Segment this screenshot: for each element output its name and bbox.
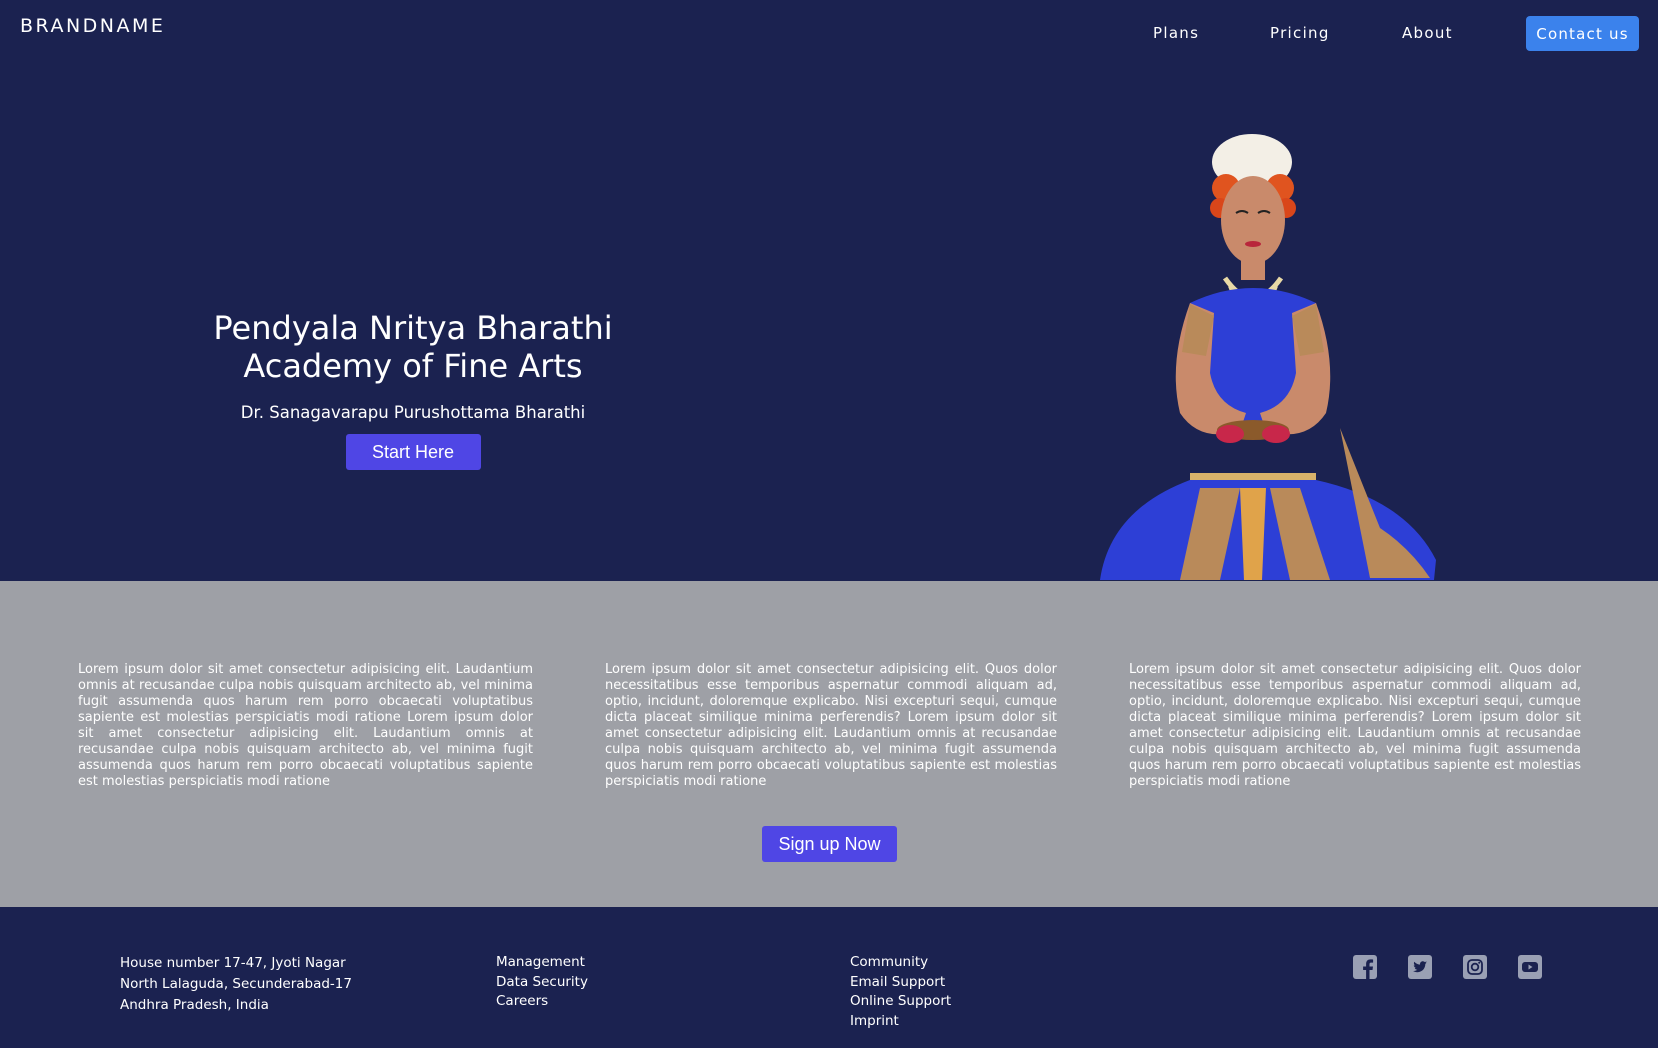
top-nav: BRANDNAME Plans Pricing About Contact us [0, 0, 1658, 62]
instagram-icon[interactable] [1463, 955, 1487, 979]
footer-address: House number 17-47, Jyoti Nagar North La… [120, 953, 352, 1016]
footer-link-online-support[interactable]: Online Support [850, 992, 951, 1012]
hero-text-block: Pendyala Nritya Bharathi Academy of Fine… [150, 309, 676, 470]
footer-link-management[interactable]: Management [496, 953, 588, 973]
classical-dancer-image [1100, 134, 1436, 580]
hero-subtitle: Dr. Sanagavarapu Purushottama Bharathi [240, 403, 586, 422]
footer-links-company: Management Data Security Careers [496, 953, 588, 1012]
nav-link-plans[interactable]: Plans [1153, 24, 1199, 42]
footer-link-careers[interactable]: Careers [496, 992, 588, 1012]
hero-title-line-1: Pendyala Nritya Bharathi [213, 309, 613, 347]
brand-logo[interactable]: BRANDNAME [20, 15, 165, 37]
footer-link-community[interactable]: Community [850, 953, 951, 973]
address-line-2: North Lalaguda, Secunderabad-17 [120, 976, 352, 992]
content-section: Lorem ipsum dolor sit amet consectetur a… [0, 581, 1658, 907]
nav-link-about[interactable]: About [1402, 24, 1453, 42]
footer-link-imprint[interactable]: Imprint [850, 1012, 951, 1032]
nav-link-pricing[interactable]: Pricing [1270, 24, 1330, 42]
footer-link-email-support[interactable]: Email Support [850, 973, 951, 993]
address-line-1: House number 17-47, Jyoti Nagar [120, 955, 346, 971]
footer: House number 17-47, Jyoti Nagar North La… [0, 907, 1658, 1048]
hero-section: Pendyala Nritya Bharathi Academy of Fine… [0, 62, 1658, 581]
contact-us-button[interactable]: Contact us [1526, 16, 1639, 51]
youtube-icon[interactable] [1518, 955, 1542, 979]
address-line-3: Andhra Pradesh, India [120, 997, 269, 1013]
footer-links-support: Community Email Support Online Support I… [850, 953, 951, 1031]
content-paragraph-3: Lorem ipsum dolor sit amet consectetur a… [1129, 662, 1581, 789]
content-paragraph-1: Lorem ipsum dolor sit amet consectetur a… [78, 662, 533, 789]
footer-link-data-security[interactable]: Data Security [496, 973, 588, 993]
facebook-icon[interactable] [1353, 955, 1377, 979]
sign-up-now-button[interactable]: Sign up Now [762, 826, 897, 862]
start-here-button[interactable]: Start Here [345, 434, 481, 470]
hero-title-line-2: Academy of Fine Arts [243, 347, 583, 385]
hero-title: Pendyala Nritya Bharathi Academy of Fine… [150, 309, 676, 385]
content-paragraph-2: Lorem ipsum dolor sit amet consectetur a… [605, 662, 1057, 789]
twitter-icon[interactable] [1408, 955, 1432, 979]
